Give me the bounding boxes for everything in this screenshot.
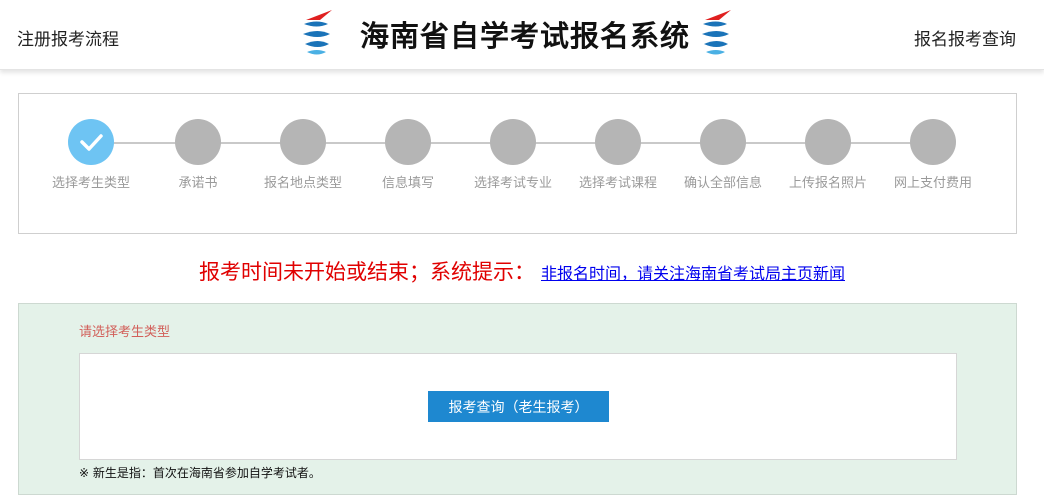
step-select-candidate-type: 选择考生类型 <box>36 119 146 191</box>
footnote: ※ 新生是指：首次在海南省参加自学考试者。 <box>79 466 321 480</box>
site-title: 海南省自学考试报名系统 <box>360 19 691 53</box>
step-label: 网上支付费用 <box>893 176 972 191</box>
system-notice: 报考时间未开始或结束；系统提示： 非报名时间，请关注海南省考试局主页新闻 <box>0 256 1044 286</box>
registration-query-link[interactable]: 报名报考查询 <box>914 25 1016 50</box>
step-circle <box>280 119 326 165</box>
step-pledge: 承诺书 <box>143 119 253 191</box>
notice-text: 报考时间未开始或结束；系统提示： <box>198 260 535 284</box>
button-container: 报考查询（老生报考） <box>79 353 957 460</box>
step-label: 选择考试专业 <box>473 176 552 191</box>
step-circle <box>385 119 431 165</box>
step-label: 信息填写 <box>381 176 434 191</box>
returning-candidate-query-button[interactable]: 报考查询（老生报考） <box>428 391 609 422</box>
step-circle <box>175 119 221 165</box>
step-online-payment: 网上支付费用 <box>878 119 988 191</box>
step-upload-photo: 上传报名照片 <box>773 119 883 191</box>
exam-logo-icon <box>303 10 332 55</box>
step-confirm-info: 确认全部信息 <box>668 119 778 191</box>
header: 注册报考流程 海南省自学考试报名系统 报名报考查询 <box>0 0 1044 70</box>
step-circle <box>490 119 536 165</box>
check-icon <box>80 134 103 151</box>
step-label: 报名地点类型 <box>263 176 342 191</box>
notice-news-link[interactable]: 非报名时间，请关注海南省考试局主页新闻 <box>541 264 845 283</box>
step-circle <box>68 119 114 165</box>
step-label: 上传报名照片 <box>788 176 867 191</box>
candidate-type-panel: 请选择考生类型 报考查询（老生报考） ※ 新生是指：首次在海南省参加自学考试者。 <box>18 303 1017 495</box>
step-select-courses: 选择考试课程 <box>563 119 673 191</box>
step-circle <box>595 119 641 165</box>
step-label: 选择考生类型 <box>51 176 130 191</box>
register-process-link[interactable]: 注册报考流程 <box>17 25 119 50</box>
progress-steps: 选择考生类型 承诺书 报名地点类型 信息填写 选择考试专业 选择考试课程 确认全… <box>18 93 1017 234</box>
step-info-fill: 信息填写 <box>353 119 463 191</box>
step-label: 确认全部信息 <box>683 176 762 191</box>
step-location-type: 报名地点类型 <box>248 119 358 191</box>
step-label: 承诺书 <box>178 176 218 191</box>
exam-logo-icon <box>702 10 731 55</box>
step-label: 选择考试课程 <box>578 176 657 191</box>
step-circle <box>700 119 746 165</box>
step-circle <box>805 119 851 165</box>
step-select-major: 选择考试专业 <box>458 119 568 191</box>
step-circle <box>910 119 956 165</box>
panel-title: 请选择考生类型 <box>79 325 171 340</box>
